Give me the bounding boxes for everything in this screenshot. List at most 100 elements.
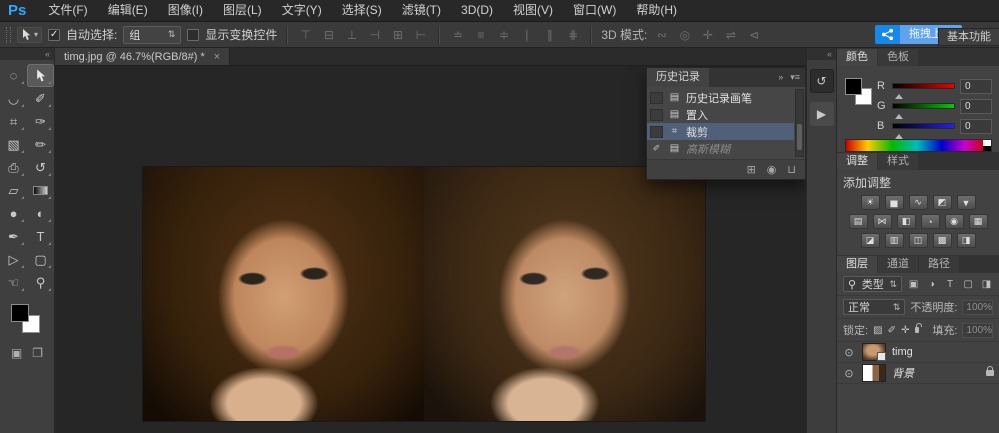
spot-healing-brush-tool[interactable]: ▧: [0, 133, 27, 156]
new-snapshot-button[interactable]: ◉: [767, 163, 777, 176]
delete-state-button[interactable]: ⊔: [787, 163, 796, 176]
canvas-image[interactable]: [143, 167, 705, 421]
align-hcenter-icon[interactable]: ⊞: [389, 26, 406, 44]
filter-smart-objects-icon[interactable]: ◨: [980, 279, 993, 290]
distribute-hcenter-icon[interactable]: ∥: [541, 26, 558, 44]
tab-styles[interactable]: 样式: [878, 153, 918, 170]
quick-mask-button[interactable]: ▣: [11, 346, 22, 360]
blend-mode-dropdown[interactable]: 正常 ⇅: [843, 299, 905, 315]
menu-window[interactable]: 窗口(W): [563, 0, 626, 21]
gradient-tool[interactable]: [27, 179, 54, 202]
lasso-tool[interactable]: ◡: [0, 87, 27, 110]
close-icon[interactable]: ×: [214, 51, 220, 63]
filter-type-layers-icon[interactable]: T: [943, 279, 956, 290]
color-spectrum-ramp[interactable]: [845, 139, 992, 152]
slider-thumb[interactable]: [895, 110, 903, 119]
collapse-panel-icon[interactable]: »: [778, 72, 783, 83]
levels-icon[interactable]: ▅: [885, 195, 904, 210]
menu-filter[interactable]: 滤镜(T): [392, 0, 451, 21]
distribute-right-icon[interactable]: ⋕: [564, 26, 581, 44]
actions-panel-icon[interactable]: ▶: [810, 102, 834, 126]
menu-type[interactable]: 文字(Y): [272, 0, 332, 21]
foreground-color-swatch[interactable]: [845, 78, 862, 95]
selective-color-icon[interactable]: ◨: [957, 233, 976, 248]
lock-transparent-pixels-icon[interactable]: ▨: [873, 325, 882, 336]
menu-select[interactable]: 选择(S): [332, 0, 392, 21]
distribute-left-icon[interactable]: ∣: [518, 26, 535, 44]
posterize-icon[interactable]: ▥: [885, 233, 904, 248]
options-bar-grip[interactable]: [6, 27, 11, 43]
color-lookup-icon[interactable]: ▦: [969, 214, 988, 229]
tab-paths[interactable]: 路径: [919, 256, 959, 273]
red-slider[interactable]: [892, 83, 955, 89]
path-selection-tool[interactable]: ▷: [0, 248, 27, 271]
menu-edit[interactable]: 编辑(E): [98, 0, 158, 21]
rectangle-tool[interactable]: ▢: [27, 248, 54, 271]
align-left-icon[interactable]: ⊣: [366, 26, 383, 44]
filter-adjustment-layers-icon[interactable]: ◑: [925, 279, 938, 290]
distribute-bottom-icon[interactable]: ≑: [495, 26, 512, 44]
curves-icon[interactable]: ∿: [909, 195, 928, 210]
lock-all-icon[interactable]: [915, 327, 920, 333]
green-slider[interactable]: [892, 103, 955, 109]
exposure-icon[interactable]: ◩: [933, 195, 952, 210]
hue-saturation-icon[interactable]: ▤: [849, 214, 868, 229]
vibrance-icon[interactable]: ▼: [957, 195, 976, 210]
distribute-vcenter-icon[interactable]: ≡: [472, 26, 489, 44]
history-source-box[interactable]: [650, 109, 663, 121]
scrollbar-thumb[interactable]: [797, 124, 802, 150]
clone-stamp-tool[interactable]: ⎙: [0, 156, 27, 179]
tab-color[interactable]: 颜色: [837, 49, 877, 66]
collapse-panel-icon[interactable]: «: [0, 48, 54, 60]
fill-field[interactable]: 100%: [962, 323, 993, 338]
brush-tool[interactable]: ✏: [27, 133, 54, 156]
eraser-tool[interactable]: ▱: [0, 179, 27, 202]
layer-row-background[interactable]: ⊙ 背景: [837, 363, 999, 384]
tab-swatches[interactable]: 色板: [878, 49, 918, 66]
type-tool[interactable]: T: [27, 225, 54, 248]
align-top-icon[interactable]: ⊤: [297, 26, 314, 44]
lock-position-icon[interactable]: ✛: [901, 325, 910, 336]
tab-layers[interactable]: 图层: [837, 256, 877, 273]
menu-view[interactable]: 视图(V): [503, 0, 563, 21]
layer-thumbnail[interactable]: [862, 364, 886, 382]
quick-selection-tool[interactable]: ✐: [27, 87, 54, 110]
history-brush-tool[interactable]: ↺: [27, 156, 54, 179]
scrollbar[interactable]: [795, 89, 804, 157]
history-panel-icon[interactable]: ↺: [810, 69, 834, 93]
hand-tool[interactable]: ☜: [0, 271, 27, 294]
elliptical-marquee-tool[interactable]: ◌: [0, 64, 27, 87]
show-transform-checkbox[interactable]: [187, 29, 199, 41]
3d-slide-icon[interactable]: ⇌: [722, 26, 739, 44]
move-tool-preset[interactable]: ▾: [17, 27, 42, 43]
eyedropper-tool[interactable]: ✑: [27, 110, 54, 133]
blur-tool[interactable]: ●: [0, 202, 27, 225]
history-source-box[interactable]: [650, 126, 663, 138]
menu-file[interactable]: 文件(F): [38, 0, 97, 21]
foreground-color-swatch[interactable]: [11, 304, 29, 322]
black-white-icon[interactable]: ◧: [897, 214, 916, 229]
new-document-from-state-button[interactable]: ⊞: [747, 163, 756, 176]
layer-row-timg[interactable]: ⊙ timg: [837, 342, 999, 363]
opacity-field[interactable]: 100%: [962, 300, 993, 315]
layer-name[interactable]: timg: [892, 346, 913, 358]
dodge-tool[interactable]: ◐: [27, 202, 54, 225]
layer-thumbnail[interactable]: [862, 343, 886, 361]
document-tab[interactable]: timg.jpg @ 46.7%(RGB/8#) * ×: [55, 48, 230, 65]
3d-camera-icon[interactable]: ⊲: [745, 26, 762, 44]
history-brush-source-icon[interactable]: ✐: [650, 143, 663, 155]
align-bottom-icon[interactable]: ⊥: [343, 26, 360, 44]
history-item[interactable]: ▤ 置入: [647, 106, 794, 123]
collapse-dock-icon[interactable]: «: [807, 48, 836, 60]
tab-adjustments[interactable]: 调整: [837, 153, 877, 170]
menu-help[interactable]: 帮助(H): [626, 0, 687, 21]
workspace-switcher[interactable]: 基本功能: [938, 28, 999, 46]
history-panel-tab[interactable]: 历史记录: [647, 68, 709, 87]
align-vcenter-icon[interactable]: ⊟: [320, 26, 337, 44]
menu-image[interactable]: 图像(I): [158, 0, 213, 21]
layer-filter-dropdown[interactable]: ⚲ 类型 ⇅: [843, 276, 902, 292]
crop-tool[interactable]: ⌗: [0, 110, 27, 133]
history-item-selected[interactable]: ⌗ 裁剪: [647, 123, 794, 140]
invert-icon[interactable]: ◪: [861, 233, 880, 248]
threshold-icon[interactable]: ◫: [909, 233, 928, 248]
